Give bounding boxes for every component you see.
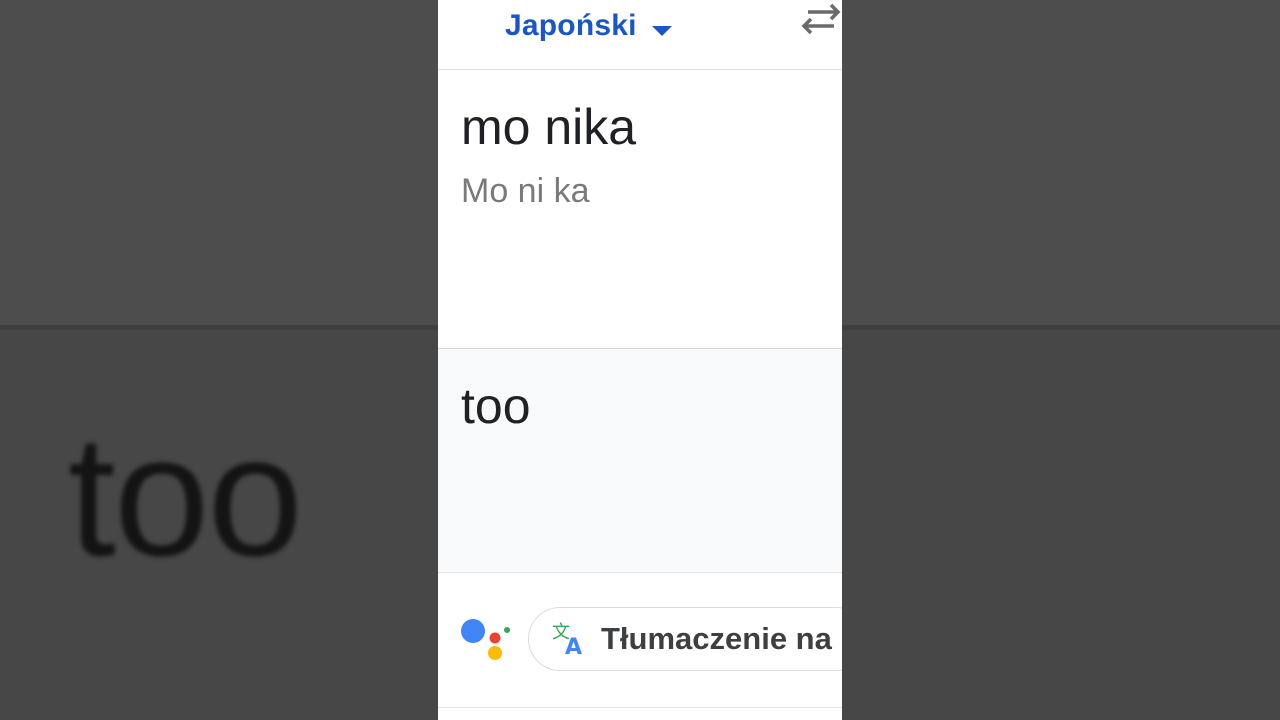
translate-to-chip-label: Tłumaczenie na	[601, 621, 832, 656]
source-transliteration: Mo ni ka	[461, 172, 590, 210]
translate-icon: 文 A	[552, 622, 582, 657]
source-text-area[interactable]: mo nika Mo ni ka	[438, 70, 842, 349]
target-language-label: Japoński	[505, 9, 637, 42]
blurred-background-right	[842, 0, 1280, 720]
svg-text:A: A	[565, 635, 582, 657]
translate-app-panel: Japoński mo nika Mo ni ka too 文 A Tłumac…	[438, 0, 842, 720]
assistant-suggestion-bar: 文 A Tłumaczenie na	[438, 573, 842, 708]
translation-result-area: too	[438, 349, 842, 573]
swap-languages-icon[interactable]	[800, 2, 842, 38]
translate-to-chip[interactable]: 文 A Tłumaczenie na	[528, 607, 842, 671]
caret-down-icon	[651, 26, 672, 36]
source-text: mo nika	[461, 99, 637, 155]
google-assistant-icon[interactable]	[460, 617, 512, 663]
blurred-background-word: too	[68, 400, 303, 592]
translation-result-text: too	[461, 378, 531, 434]
language-bar: Japoński	[438, 0, 842, 70]
target-language-selector[interactable]: Japoński	[505, 6, 673, 46]
blurred-background-left: too	[0, 0, 438, 720]
